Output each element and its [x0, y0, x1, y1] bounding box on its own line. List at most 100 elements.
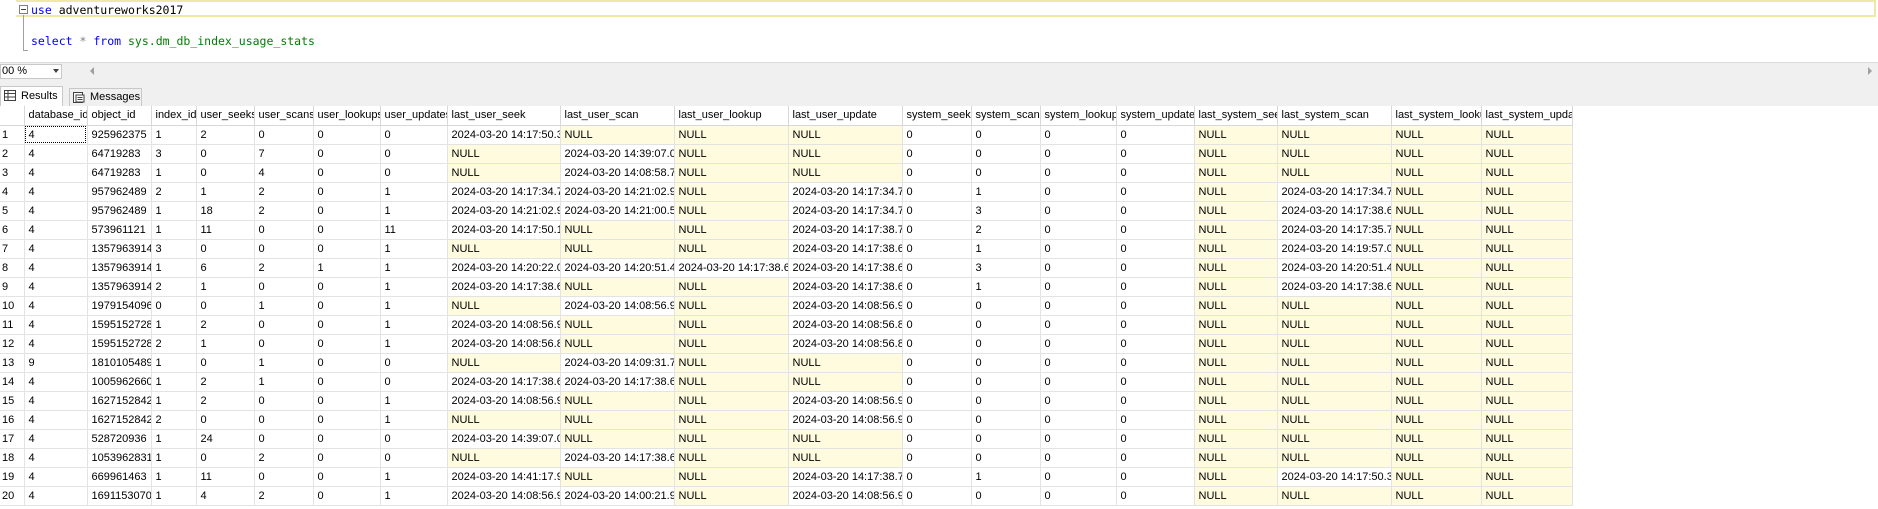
grid-cell[interactable]: NULL	[1481, 258, 1573, 278]
table-row[interactable]: 1241595152728210012024-03-20 14:08:56.89…	[0, 334, 1573, 354]
grid-cell[interactable]: 1	[313, 258, 381, 278]
table-row[interactable]: 6457396112111100112024-03-20 14:17:50.16…	[0, 220, 1573, 240]
grid-cell[interactable]: 2024-03-20 14:17:50.160	[447, 220, 561, 240]
column-header-object-id[interactable]: object_id	[87, 106, 152, 126]
grid-cell[interactable]: NULL	[1391, 410, 1482, 430]
grid-cell[interactable]: 2	[196, 125, 255, 145]
grid-cell[interactable]: 9	[24, 353, 88, 373]
grid-cell[interactable]: NULL	[1194, 163, 1278, 183]
grid-cell[interactable]: NULL	[560, 334, 675, 354]
row-number[interactable]: 6	[0, 220, 25, 240]
grid-cell[interactable]: NULL	[674, 239, 789, 259]
grid-cell[interactable]: NULL	[1194, 467, 1278, 487]
grid-cell[interactable]: 4	[24, 201, 88, 221]
grid-cell[interactable]: NULL	[560, 315, 675, 335]
grid-cell[interactable]: NULL	[447, 410, 561, 430]
grid-cell[interactable]: 0	[380, 429, 448, 449]
grid-cell[interactable]: 4	[24, 486, 88, 506]
table-row[interactable]: 549579624891182012024-03-20 14:21:02.900…	[0, 201, 1573, 221]
grid-cell[interactable]: 0	[1040, 163, 1117, 183]
grid-cell[interactable]: NULL	[447, 448, 561, 468]
grid-cell[interactable]: 1	[151, 486, 197, 506]
row-number[interactable]: 18	[0, 448, 25, 468]
grid-cell[interactable]: 2024-03-20 14:41:17.973	[447, 467, 561, 487]
grid-cell[interactable]: NULL	[1391, 486, 1482, 506]
grid-cell[interactable]: NULL	[674, 391, 789, 411]
grid-cell[interactable]: NULL	[1391, 182, 1482, 202]
grid-cell[interactable]: 0	[313, 334, 381, 354]
grid-cell[interactable]: 2	[151, 182, 197, 202]
scroll-left-icon[interactable]	[90, 67, 94, 75]
grid-cell[interactable]: 0	[313, 220, 381, 240]
grid-cell[interactable]: 4	[24, 182, 88, 202]
grid-cell[interactable]: 0	[380, 372, 448, 392]
grid-cell[interactable]: NULL	[1194, 486, 1278, 506]
grid-cell[interactable]: 1	[151, 448, 197, 468]
grid-cell[interactable]: 0	[313, 391, 381, 411]
grid-cell[interactable]: 18	[196, 201, 255, 221]
column-header-database-id[interactable]: database_id	[24, 106, 88, 126]
grid-cell[interactable]: 0	[971, 429, 1041, 449]
grid-cell[interactable]: 3	[151, 144, 197, 164]
grid-cell[interactable]: 2024-03-20 14:21:00.513	[560, 201, 675, 221]
grid-cell[interactable]: 0	[1040, 296, 1117, 316]
grid-cell[interactable]: 0	[1040, 486, 1117, 506]
grid-cell[interactable]: NULL	[1194, 315, 1278, 335]
grid-cell[interactable]: 0	[254, 467, 314, 487]
grid-cell[interactable]: 573961121	[87, 220, 152, 240]
grid-cell[interactable]: NULL	[674, 144, 789, 164]
grid-cell[interactable]: 0	[254, 391, 314, 411]
grid-cell[interactable]: 2	[254, 258, 314, 278]
table-row[interactable]: 1141595152728120012024-03-20 14:08:56.90…	[0, 315, 1573, 335]
grid-cell[interactable]: NULL	[788, 163, 903, 183]
grid-cell[interactable]: 4	[24, 467, 88, 487]
grid-cell[interactable]: 0	[313, 125, 381, 145]
grid-cell[interactable]: 1	[151, 353, 197, 373]
grid-cell[interactable]: 2024-03-20 14:21:02.900	[560, 182, 675, 202]
grid-cell[interactable]: 2024-03-20 14:00:21.923	[560, 486, 675, 506]
grid-cell[interactable]: 0	[254, 239, 314, 259]
grid-cell[interactable]: 2024-03-20 14:17:34.773	[447, 182, 561, 202]
table-row[interactable]: 1541627152842120012024-03-20 14:08:56.90…	[0, 391, 1573, 411]
grid-cell[interactable]: NULL	[674, 201, 789, 221]
grid-cell[interactable]: 0	[1116, 429, 1195, 449]
column-header-system-scans[interactable]: system_scans	[971, 106, 1041, 126]
grid-cell[interactable]: 1691153070	[87, 486, 152, 506]
grid-cell[interactable]: NULL	[674, 410, 789, 430]
grid-cell[interactable]: 0	[1116, 144, 1195, 164]
grid-cell[interactable]: 1595152728	[87, 334, 152, 354]
grid-cell[interactable]: NULL	[1277, 353, 1392, 373]
grid-cell[interactable]: NULL	[560, 220, 675, 240]
grid-cell[interactable]: 0	[196, 144, 255, 164]
grid-cell[interactable]: NULL	[1391, 144, 1482, 164]
grid-cell[interactable]: NULL	[447, 163, 561, 183]
grid-cell[interactable]: NULL	[1481, 391, 1573, 411]
grid-cell[interactable]: NULL	[1391, 258, 1482, 278]
grid-cell[interactable]: NULL	[1391, 201, 1482, 221]
grid-cell[interactable]: 0	[380, 125, 448, 145]
grid-cell[interactable]: 1	[196, 182, 255, 202]
grid-cell[interactable]: 2024-03-20 14:17:50.317	[1277, 467, 1392, 487]
grid-cell[interactable]: 0	[1040, 182, 1117, 202]
column-header-user-seeks[interactable]: user_seeks	[196, 106, 255, 126]
grid-cell[interactable]: 2	[196, 315, 255, 335]
grid-cell[interactable]: NULL	[1481, 220, 1573, 240]
grid-cell[interactable]: NULL	[674, 163, 789, 183]
grid-cell[interactable]: NULL	[788, 144, 903, 164]
grid-cell[interactable]: 4	[24, 163, 88, 183]
grid-cell[interactable]: 1	[151, 391, 197, 411]
grid-cell[interactable]: 4	[24, 315, 88, 335]
grid-cell[interactable]: NULL	[1481, 467, 1573, 487]
grid-cell[interactable]: NULL	[1481, 334, 1573, 354]
table-row[interactable]: 13 9 1810105489 1 0 1 0 0 NULL 2024-03-20 14:09:3…	[0, 353, 1573, 373]
grid-cell[interactable]: NULL	[1194, 372, 1278, 392]
grid-cell[interactable]: 2024-03-20 14:08:56.900	[788, 391, 903, 411]
grid-cell[interactable]: 0	[1040, 239, 1117, 259]
grid-cell[interactable]: 0	[1116, 410, 1195, 430]
grid-cell[interactable]: 0	[313, 144, 381, 164]
grid-cell[interactable]: 2024-03-20 14:08:56.897	[788, 334, 903, 354]
grid-cell[interactable]: 2024-03-20 14:17:38.670	[788, 277, 903, 297]
grid-cell[interactable]: NULL	[1194, 391, 1278, 411]
grid-cell[interactable]: NULL	[674, 486, 789, 506]
grid-cell[interactable]: NULL	[1391, 277, 1482, 297]
